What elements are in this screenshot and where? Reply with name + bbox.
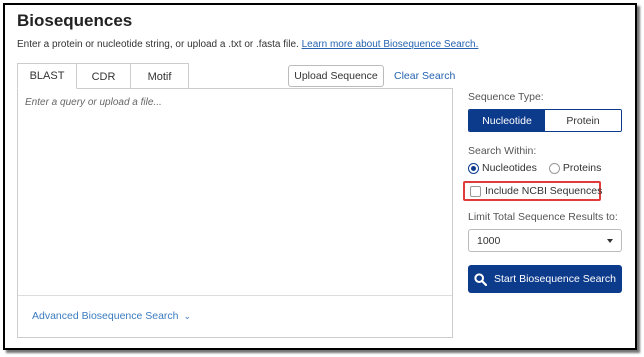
search-tabs: BLAST CDR Motif [17, 63, 189, 89]
search-icon [474, 272, 487, 286]
caret-down-icon [607, 238, 613, 243]
proteins-radio[interactable] [548, 162, 560, 174]
limit-results-value: 1000 [477, 234, 501, 247]
protein-button[interactable]: Protein [545, 110, 621, 131]
include-ncbi-checkbox[interactable] [470, 185, 481, 197]
proteins-radio-label: Proteins [562, 162, 602, 174]
app-window: Biosequences Enter a protein or nucleoti… [3, 3, 637, 350]
query-panel: Advanced Biosequence Search ⌄ [17, 88, 453, 338]
learn-more-link[interactable]: Learn more about Biosequence Search. [302, 39, 479, 50]
query-input[interactable] [18, 89, 452, 295]
sequence-type-toggle: Nucleotide Protein [468, 109, 622, 132]
tab-motif[interactable]: Motif [131, 63, 189, 89]
search-within-label: Search Within: [468, 145, 537, 157]
advanced-search-label: Advanced Biosequence Search [32, 310, 179, 322]
nucleotides-radio[interactable] [468, 162, 479, 174]
description-text: Enter a protein or nucleotide string, or… [17, 39, 299, 50]
nucleotides-radio-label: Nucleotides [482, 162, 537, 174]
start-search-label: Start Biosequence Search [494, 273, 616, 285]
include-ncbi-label: Include NCBI Sequences [485, 185, 603, 197]
limit-results-select[interactable]: 1000 [468, 229, 622, 252]
divider [18, 295, 452, 296]
start-search-button[interactable]: Start Biosequence Search [468, 265, 622, 293]
tab-blast[interactable]: BLAST [17, 63, 77, 89]
tab-cdr[interactable]: CDR [77, 63, 131, 89]
ncbi-option: Include NCBI Sequences [470, 185, 602, 197]
sequence-type-label: Sequence Type: [468, 91, 544, 103]
chevron-down-icon: ⌄ [183, 310, 192, 321]
nucleotide-button[interactable]: Nucleotide [469, 110, 545, 131]
clear-search-link[interactable]: Clear Search [394, 70, 455, 82]
limit-results-label: Limit Total Sequence Results to: [468, 211, 618, 223]
page-description: Enter a protein or nucleotide string, or… [17, 39, 478, 50]
search-within-options: Nucleotides Proteins [468, 162, 601, 174]
page-title: Biosequences [17, 11, 133, 30]
upload-sequence-button[interactable]: Upload Sequence [288, 65, 384, 87]
advanced-search-link[interactable]: Advanced Biosequence Search ⌄ [32, 310, 191, 322]
